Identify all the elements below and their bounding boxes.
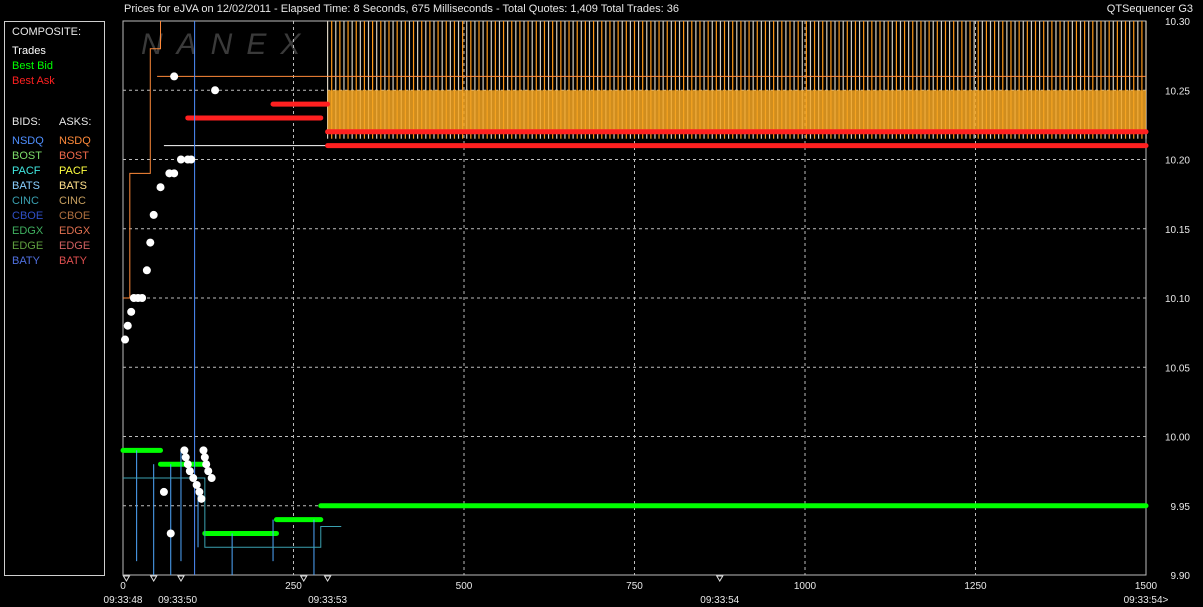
trade-point — [211, 86, 220, 95]
trade-point — [142, 266, 151, 275]
trade-point — [146, 238, 155, 247]
trade-point — [123, 321, 132, 330]
x-tick-label: 1250 — [964, 581, 987, 592]
time-label: 09:33:50 — [158, 595, 197, 606]
trade-point — [149, 210, 158, 219]
y-tick-label: 10.15 — [1165, 225, 1190, 236]
y-tick-label: 10.05 — [1165, 363, 1190, 374]
trade-point — [207, 474, 216, 483]
trade-point — [187, 155, 196, 164]
trade-point — [138, 294, 147, 302]
trade-point — [202, 460, 211, 469]
trade-point — [199, 446, 208, 455]
ask-band — [327, 90, 1147, 132]
time-label: 09:33:54 — [700, 595, 739, 606]
y-tick-label: 9.95 — [1171, 502, 1191, 513]
trade-point — [195, 487, 204, 496]
y-tick-label: 10.30 — [1165, 17, 1190, 28]
trade-point — [181, 453, 190, 462]
axis-marker — [149, 575, 158, 582]
trade-point — [204, 467, 213, 476]
y-tick-label: 10.10 — [1165, 294, 1190, 305]
x-tick-label: 1500 — [1135, 581, 1158, 592]
trade-point — [192, 480, 201, 489]
trade-point — [159, 487, 168, 496]
trade-point — [127, 307, 136, 316]
trade-point — [156, 183, 165, 192]
trade-point — [180, 446, 189, 455]
time-label: 09:33:48 — [104, 595, 143, 606]
price-chart: NANEX 10.30 10.25 10.20 10.15 10.10 10.05 10.00… — [104, 17, 1191, 606]
trade-point — [121, 335, 130, 344]
trade-point — [200, 453, 209, 462]
trade-point — [170, 72, 179, 81]
x-tick-label: 0 — [120, 581, 126, 592]
trade-point — [183, 460, 192, 469]
y-tick-label: 9.90 — [1171, 571, 1191, 582]
trade-point — [170, 169, 179, 178]
x-tick-label: 750 — [626, 581, 643, 592]
x-tick-label: 500 — [456, 581, 473, 592]
watermark: NANEX — [141, 28, 314, 61]
x-tick-label: 1000 — [794, 581, 817, 592]
trade-point — [189, 474, 198, 483]
time-label: 09:33:53 — [308, 595, 347, 606]
trade-point — [176, 155, 185, 164]
axis-marker — [177, 575, 185, 582]
trade-point — [197, 494, 206, 503]
x-tick-label: 250 — [285, 581, 302, 592]
axis-marker — [323, 575, 332, 582]
y-tick-label: 10.25 — [1165, 86, 1190, 97]
time-label: 09:33:54> — [1124, 595, 1169, 606]
y-tick-label: 10.00 — [1165, 433, 1190, 444]
axis-marker — [715, 575, 724, 582]
trade-point — [185, 467, 194, 476]
trade-point — [166, 529, 175, 538]
y-tick-label: 10.20 — [1165, 156, 1190, 167]
